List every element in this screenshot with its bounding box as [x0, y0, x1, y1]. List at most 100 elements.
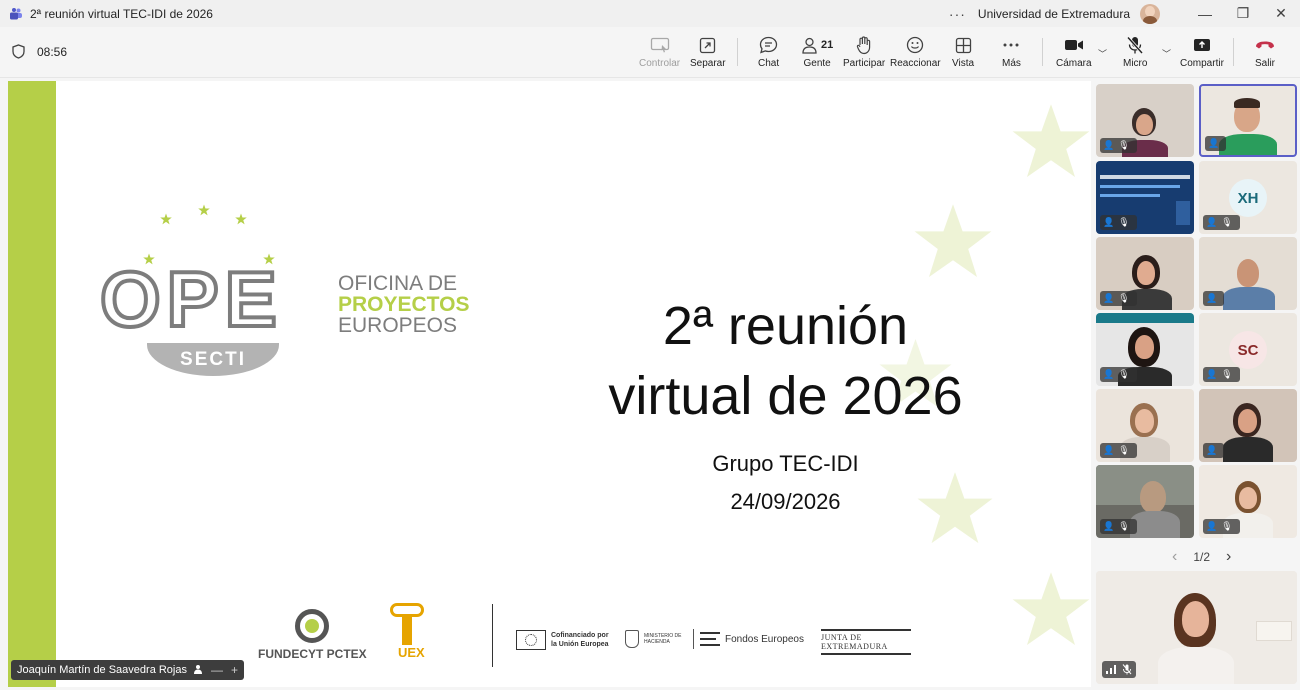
participar-label: Participar [843, 58, 886, 69]
participant-status-badge: 👤 🎙 [1100, 367, 1137, 382]
participant-tile[interactable]: 👤 🎙 [1096, 465, 1194, 538]
participant-status-badge: 👤 [1203, 291, 1225, 306]
camera-options-chevron-icon[interactable]: ﹀ [1098, 47, 1107, 60]
fondos-europeos-icon [700, 632, 720, 646]
separar-button[interactable]: Separar [690, 35, 726, 73]
slide-date: 24/09/2026 [730, 489, 841, 514]
leave-button[interactable]: Salir [1255, 35, 1275, 73]
uex-emblem-icon [390, 603, 424, 617]
mic-options-chevron-icon[interactable]: ﹀ [1162, 47, 1171, 60]
junta-text: JUNTA DE EXTREMADURA [821, 633, 888, 651]
more-actions-button[interactable]: Más [1002, 35, 1021, 73]
react-button[interactable]: Reaccionar [890, 35, 941, 73]
view-button[interactable]: Vista [952, 35, 974, 73]
grid-view-icon [955, 35, 972, 55]
fundecyt-text: FUNDECYT PCTEX [258, 647, 367, 661]
logo-text-line2: PROYECTOS [338, 293, 470, 316]
page-indicator: 1/2 [1193, 550, 1211, 564]
share-screen-icon [1193, 35, 1211, 55]
ministerio-text: MINISTERIO DE HACIENDA [644, 633, 682, 645]
presenter-label[interactable]: Joaquín Martín de Saavedra Rojas — + [11, 660, 245, 680]
chat-button[interactable]: Chat [758, 35, 779, 73]
camera-icon [1064, 35, 1084, 55]
participant-tile[interactable]: 👤 🎙 [1199, 465, 1297, 538]
self-view-status-badge [1102, 661, 1136, 678]
meeting-toolbar: 08:56 Controlar Separar Chat 21 Gente Pa… [0, 27, 1300, 78]
controlar-label: Controlar [639, 58, 681, 69]
participant-status-badge: 👤 [1203, 443, 1225, 458]
participant-tile-sc[interactable]: SC 👤 🎙 [1199, 313, 1297, 386]
toolbar-divider [1042, 38, 1043, 66]
logo-text-line3: EUROPEOS [338, 314, 458, 337]
ministerio-logo: MINISTERIO DE HACIENDA [625, 630, 684, 648]
organization-name[interactable]: Universidad de Extremadura [978, 7, 1130, 21]
participant-tile[interactable]: 👤 🎙 [1096, 237, 1194, 310]
participant-tile-active-speaker[interactable]: 👤 [1199, 84, 1297, 157]
people-icon: 21 [801, 35, 833, 55]
participant-tile[interactable]: 👤 🎙 [1096, 84, 1194, 157]
maximize-button[interactable]: ❐ [1224, 5, 1262, 22]
participant-tile[interactable]: 👤 🎙 [1096, 313, 1194, 386]
footer-divider [492, 604, 493, 667]
mic-muted-icon [1122, 664, 1132, 675]
fondos-europeos-logo: Fondos Europeos [693, 629, 804, 649]
self-view-tile[interactable] [1096, 571, 1297, 684]
camera-button[interactable]: Cámara [1056, 35, 1092, 73]
reaccionar-label: Reaccionar [890, 58, 941, 69]
eu-text: Cofinanciado por la Unión Europea [551, 632, 609, 648]
signal-bars-icon [1106, 665, 1116, 674]
minimize-button[interactable]: — [1186, 6, 1224, 22]
presenter-name: Joaquín Martín de Saavedra Rojas [17, 664, 187, 676]
zoom-out-button[interactable]: — [211, 663, 223, 677]
share-button[interactable]: Compartir [1180, 35, 1224, 73]
camara-label: Cámara [1056, 58, 1092, 69]
mic-muted-icon [1126, 35, 1144, 55]
shield-icon [12, 44, 25, 59]
participant-tile[interactable]: 👤 [1199, 389, 1297, 462]
participant-status-badge: 👤 🎙 [1203, 519, 1240, 534]
participant-status-badge: 👤 🎙 [1203, 215, 1240, 230]
chat-icon [759, 35, 778, 55]
participant-status-badge: 👤 🎙 [1100, 215, 1137, 230]
participant-tile[interactable]: 👤 🎙 [1096, 389, 1194, 462]
decorative-star-icon [1012, 572, 1090, 645]
close-window-button[interactable]: ✕ [1262, 5, 1300, 22]
slide-title-line1: 2ª reunión [662, 296, 909, 356]
more-icon [1003, 35, 1019, 55]
logo-secti-banner: SECTI [147, 343, 279, 376]
mic-button[interactable]: Micro [1123, 35, 1147, 73]
separar-label: Separar [690, 58, 726, 69]
participant-initials: SC [1229, 331, 1267, 369]
chat-label: Chat [758, 58, 780, 69]
spain-coat-of-arms-icon [625, 630, 639, 648]
decorative-star-icon [914, 204, 992, 277]
controlar-button[interactable]: Controlar [639, 35, 680, 73]
shared-presentation-slide: OPE SECTI OFICINA DE PROYECTOS EUROPEOS … [8, 81, 1091, 687]
participant-tile-xh[interactable]: XH 👤 🎙 [1199, 161, 1297, 234]
mas-label: Más [1002, 58, 1021, 69]
raise-hand-button[interactable]: Participar [843, 35, 885, 73]
previous-page-button[interactable]: ‹ [1172, 548, 1177, 566]
participant-status-badge: 👤 🎙 [1100, 138, 1137, 153]
people-count: 21 [821, 39, 834, 51]
gallery-pager: ‹ 1/2 › [1164, 548, 1239, 566]
people-button[interactable]: 21 Gente [801, 35, 833, 73]
meeting-timer: 08:56 [12, 44, 67, 59]
participant-tile[interactable]: 👤 [1199, 237, 1297, 310]
slide-title: 2ª reunión virtual de 2026 [528, 291, 1043, 431]
more-options-button[interactable]: ··· [949, 6, 966, 22]
participant-gallery: 👤 🎙 👤 👤 🎙 XH 👤 🎙 👤 🎙 👤 👤 🎙 SC 👤 🎙 👤 🎙 👤 … [1094, 82, 1298, 688]
user-avatar[interactable] [1140, 3, 1160, 24]
micro-label: Micro [1123, 58, 1148, 69]
fundecyt-emblem-inner-icon [305, 619, 319, 633]
fundecyt-logo: FUNDECYT PCTEX [258, 609, 373, 661]
participant-tile-sharing[interactable]: 👤 🎙 [1096, 161, 1194, 234]
presenter-info-icon [193, 664, 203, 677]
teams-icon [9, 7, 22, 20]
next-page-button[interactable]: › [1226, 548, 1231, 566]
zoom-in-button[interactable]: + [231, 663, 238, 677]
participant-status-badge: 👤 🎙 [1100, 291, 1137, 306]
logo-ope-letters: OPE [98, 255, 283, 343]
uex-emblem-bar-icon [402, 617, 412, 645]
vista-label: Vista [952, 58, 975, 69]
